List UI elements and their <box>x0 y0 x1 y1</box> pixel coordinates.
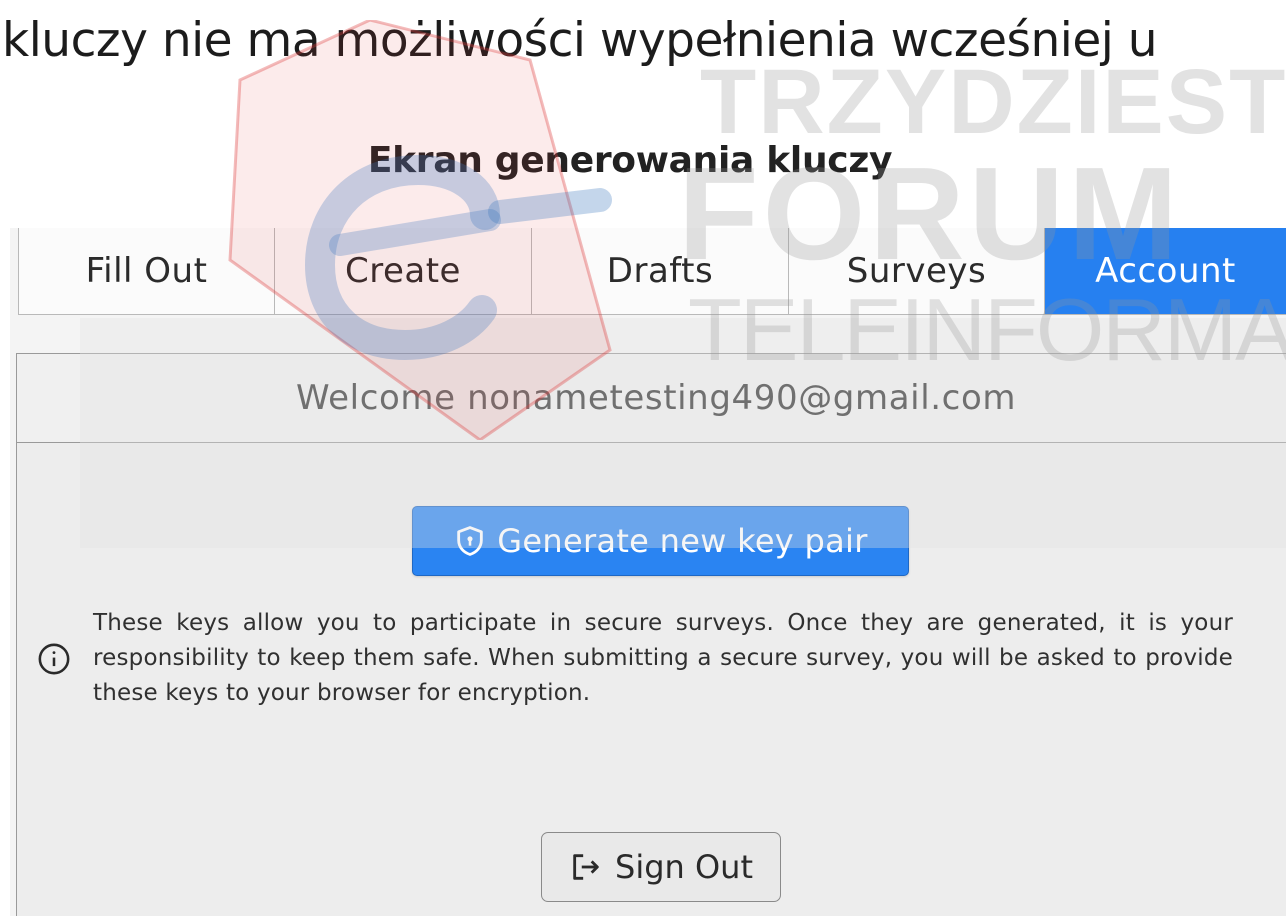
welcome-header: Welcome nonametesting490@gmail.com <box>17 354 1286 443</box>
account-card: Welcome nonametesting490@gmail.com Gener… <box>16 353 1286 916</box>
tab-account[interactable]: Account <box>1045 228 1286 314</box>
sign-out-icon <box>573 854 599 880</box>
sign-out-label: Sign Out <box>615 848 753 886</box>
tab-fill-out[interactable]: Fill Out <box>18 228 275 314</box>
tab-create[interactable]: Create <box>275 228 532 314</box>
generate-key-pair-label: Generate new key pair <box>497 522 868 560</box>
sign-out-button[interactable]: Sign Out <box>541 832 781 902</box>
figure-title: Ekran generowania kluczy <box>367 140 893 181</box>
app-window: Fill Out Create Drafts Surveys Account W… <box>10 228 1286 916</box>
document-text-line: kluczy nie ma możliwości wypełnienia wcz… <box>2 13 1158 68</box>
tab-drafts[interactable]: Drafts <box>532 228 789 314</box>
tab-surveys[interactable]: Surveys <box>789 228 1045 314</box>
shield-lock-icon <box>457 526 484 556</box>
info-text: These keys allow you to participate in s… <box>93 610 1233 706</box>
tab-bar: Fill Out Create Drafts Surveys Account <box>18 228 1286 315</box>
generate-key-pair-button[interactable]: Generate new key pair <box>412 506 909 576</box>
info-note: These keys allow you to participate in s… <box>37 606 1267 711</box>
info-circle-icon <box>38 643 70 674</box>
